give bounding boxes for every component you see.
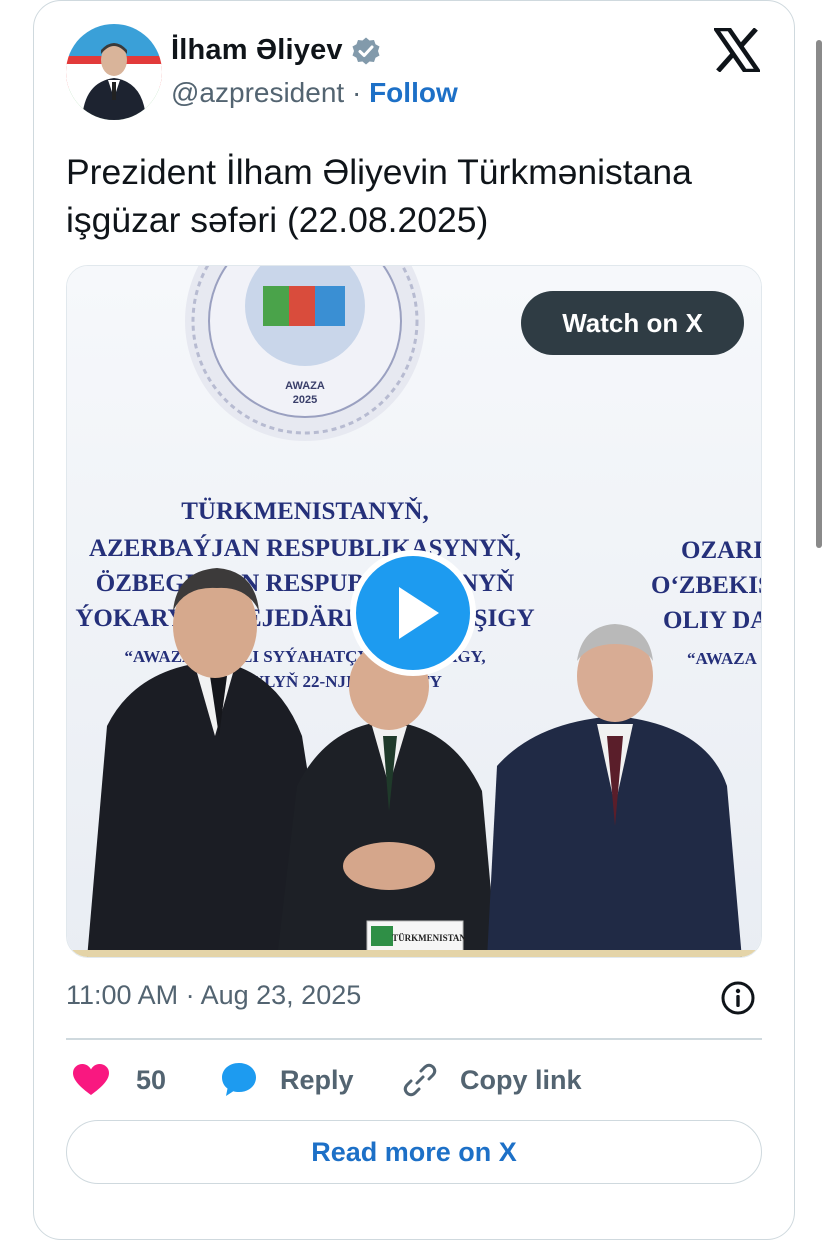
scrollbar[interactable] <box>816 40 822 548</box>
author-row: İlham Əliyev <box>171 34 381 67</box>
reply-label: Reply <box>280 1064 354 1095</box>
tweet-time: 11:00 AM <box>66 980 179 1010</box>
tweet-text-line-2: işgüzar səfəri (22.08.2025) <box>66 200 489 240</box>
read-more-button[interactable]: Read more on X <box>66 1120 762 1184</box>
reply-button[interactable]: Reply <box>220 1058 354 1102</box>
verified-badge-icon <box>352 37 380 64</box>
info-icon[interactable] <box>720 980 756 1016</box>
tweet-text-line-1: Prezident İlham Əliyevin Türkmənistana <box>66 152 692 192</box>
banner-left-line-1: TÜRKMENISTANYŇ, <box>181 497 428 525</box>
seal-text-1: AWAZA <box>285 380 325 392</box>
copy-link-button[interactable]: Copy link <box>400 1058 582 1102</box>
copy-link-label: Copy link <box>460 1064 582 1095</box>
heart-icon <box>73 1064 109 1095</box>
like-count: 50 <box>136 1064 167 1095</box>
actions-row: 50 Reply Copy link <box>66 1058 762 1102</box>
tweet-timestamp[interactable]: 11:00 AM · Aug 23, 2025 <box>66 980 361 1011</box>
divider <box>66 1038 762 1040</box>
author-name[interactable]: İlham Əliyev <box>171 34 343 67</box>
meta-separator: · <box>185 980 201 1010</box>
avatar[interactable] <box>66 24 162 120</box>
watch-on-x-button[interactable]: Watch on X <box>521 291 744 355</box>
nameplate-text: TÜRKMENISTAN <box>392 933 466 943</box>
link-icon <box>403 1063 437 1097</box>
seal-text-2: 2025 <box>293 394 317 406</box>
author-handle[interactable]: @azpresident <box>171 77 344 108</box>
play-button-icon[interactable] <box>349 549 477 677</box>
banner-right-line-2: O‘ZBEKIS <box>651 572 762 599</box>
tweet-text: Prezident İlham Əliyevin Türkmənistana i… <box>66 148 766 244</box>
follow-link[interactable]: Follow <box>369 77 458 108</box>
handle-separator: · <box>351 77 370 108</box>
like-button[interactable]: 50 <box>72 1058 166 1102</box>
banner-right-line-4: “AWAZA <box>687 649 758 668</box>
banner-right-line-1: OZARI <box>681 537 762 564</box>
x-logo-icon[interactable] <box>714 28 760 72</box>
handle-row: @azpresident · Follow <box>171 77 458 109</box>
tweet-date: Aug 23, 2025 <box>200 980 362 1010</box>
banner-right-line-3: OLIY DA <box>663 607 762 634</box>
reply-bubble-icon <box>222 1063 256 1096</box>
